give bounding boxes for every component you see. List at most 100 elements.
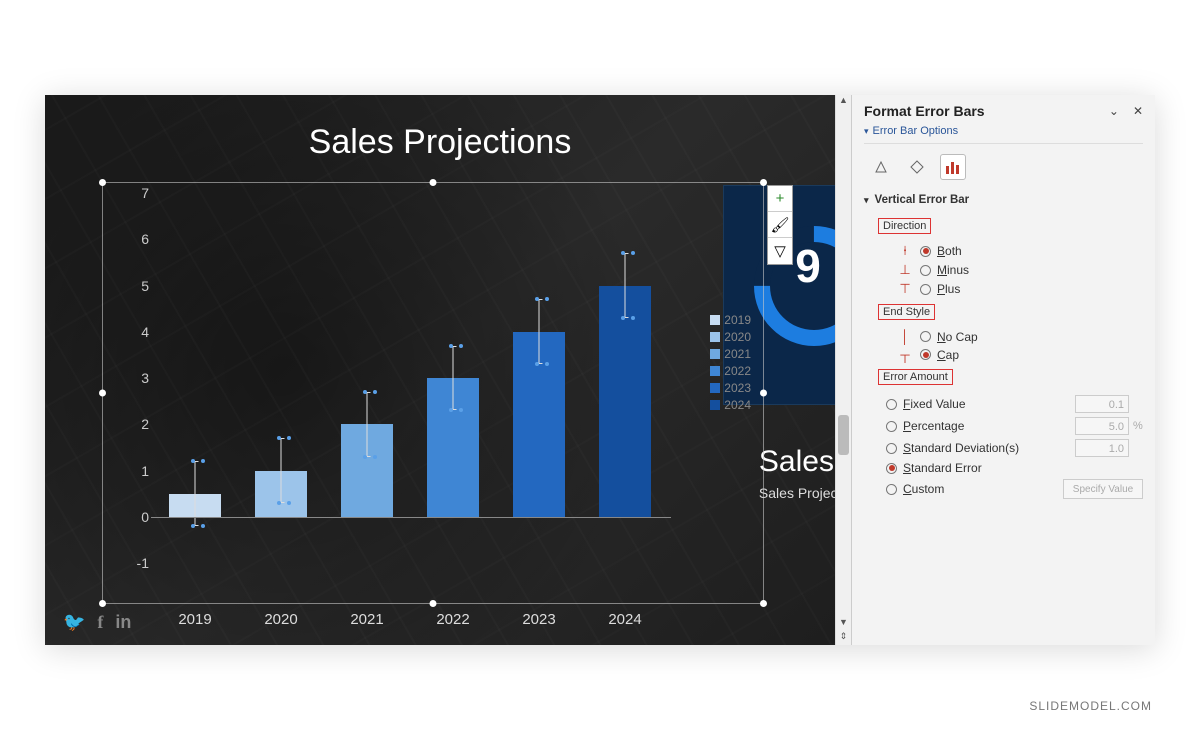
radio-icon[interactable] <box>920 265 931 276</box>
legend-swatch <box>710 366 720 376</box>
radio-icon[interactable] <box>920 246 931 257</box>
y-tick-label: 1 <box>121 463 149 479</box>
chart-bar[interactable] <box>427 193 479 563</box>
error-bar[interactable] <box>367 392 368 457</box>
legend-label: 2019 <box>724 313 751 327</box>
chart-bar[interactable] <box>255 193 307 563</box>
radio-option-minus[interactable]: ⊥Minus <box>896 262 1143 278</box>
y-axis-ticks: -101234567 <box>121 193 149 563</box>
axis-baseline <box>151 517 671 518</box>
data-point-icon <box>191 459 205 463</box>
chart-filter-button[interactable]: ▽ <box>768 238 792 264</box>
value-input[interactable]: 1.0 <box>1075 439 1129 457</box>
facebook-icon[interactable]: f <box>97 612 103 633</box>
resize-handle[interactable] <box>430 600 437 607</box>
chart-bar[interactable] <box>341 193 393 563</box>
radio-option-custom[interactable]: CustomSpecify Value <box>886 479 1143 499</box>
data-point-icon <box>449 344 463 348</box>
radio-icon[interactable] <box>886 484 897 495</box>
data-point-icon <box>621 251 635 255</box>
effects-tab-icon[interactable] <box>904 154 930 180</box>
resize-handle[interactable] <box>760 390 767 397</box>
radio-option-cap[interactable]: ┬Cap <box>896 347 1143 362</box>
chart-bar[interactable] <box>513 193 565 563</box>
y-tick-label: 5 <box>121 278 149 294</box>
app-frame: Sales Projections 9 Sales Pro Sales Proj… <box>45 95 1155 645</box>
error-bar[interactable] <box>625 253 626 318</box>
data-point-icon <box>363 455 377 459</box>
resize-handle[interactable] <box>99 600 106 607</box>
radio-icon[interactable] <box>886 399 897 410</box>
legend-item[interactable]: 2019 <box>710 313 751 327</box>
chart-bars[interactable] <box>169 193 671 563</box>
chart-bar[interactable] <box>599 193 651 563</box>
legend-item[interactable]: 2023 <box>710 381 751 395</box>
legend-item[interactable]: 2021 <box>710 347 751 361</box>
legend-label: 2023 <box>724 381 751 395</box>
option-glyph-icon: ⍿ <box>896 243 914 259</box>
radio-icon[interactable] <box>920 331 931 342</box>
x-tick-label: 2020 <box>255 611 307 628</box>
social-icons: 🐦 f in <box>63 612 131 633</box>
radio-option-fixed[interactable]: Fixed Value0.1 <box>886 395 1143 413</box>
panel-title: Format Error Bars <box>864 103 985 119</box>
radio-icon[interactable] <box>920 349 931 360</box>
fill-tab-icon[interactable] <box>868 154 894 180</box>
panel-close-button[interactable]: ✕ <box>1133 104 1143 118</box>
radio-option-both[interactable]: ⍿Both <box>896 243 1143 259</box>
resize-handle[interactable] <box>99 179 106 186</box>
resize-handle[interactable] <box>760 600 767 607</box>
value-input[interactable]: 5.0 <box>1075 417 1129 435</box>
resize-handle[interactable] <box>760 179 767 186</box>
radio-option-nocap[interactable]: │No Cap <box>896 329 1143 344</box>
radio-icon[interactable] <box>886 463 897 474</box>
panel-icon-tabs <box>864 154 1143 180</box>
legend-item[interactable]: 2024 <box>710 398 751 412</box>
error-bar[interactable] <box>281 438 282 503</box>
option-glyph-icon: ⊥ <box>896 262 914 278</box>
radio-option-stdev[interactable]: Standard Deviation(s) 1.0 <box>886 439 1143 457</box>
radio-icon[interactable] <box>886 443 897 454</box>
error-bar[interactable] <box>539 299 540 364</box>
option-label: Standard Deviation(s) <box>903 441 1019 455</box>
error-bar[interactable] <box>453 346 454 411</box>
radio-option-plus[interactable]: ⊤Plus <box>896 281 1143 297</box>
vertical-scrollbar[interactable]: ▲ ▼ ⇕ <box>835 95 851 645</box>
scroll-thumb[interactable] <box>838 415 849 455</box>
slide-title: Sales Projections <box>45 123 835 162</box>
radio-option-percent[interactable]: Percentage5.0% <box>886 417 1143 435</box>
chart-quick-controls: + 🖌 ▽ <box>767 185 793 265</box>
scroll-split-icon[interactable]: ⇕ <box>836 631 851 645</box>
scroll-up-arrow[interactable]: ▲ <box>836 95 851 109</box>
chart-add-element-button[interactable]: + <box>768 186 792 212</box>
y-tick-label: 2 <box>121 416 149 432</box>
chart-selection[interactable]: + 🖌 ▽ -101234567 20192020202120222023202… <box>103 183 763 603</box>
chart-bar[interactable] <box>169 193 221 563</box>
option-label: Plus <box>937 282 960 296</box>
chart-plot[interactable]: -101234567 <box>151 193 671 563</box>
radio-icon[interactable] <box>886 421 897 432</box>
specify-value-button[interactable]: Specify Value <box>1063 479 1143 499</box>
y-tick-label: -1 <box>121 555 149 571</box>
linkedin-icon[interactable]: in <box>115 612 131 633</box>
x-tick-label: 2019 <box>169 611 221 628</box>
slide-canvas[interactable]: Sales Projections 9 Sales Pro Sales Proj… <box>45 95 835 645</box>
bar-options-tab-icon[interactable] <box>940 154 966 180</box>
chart-styles-button[interactable]: 🖌 <box>768 212 792 238</box>
panel-collapse-button[interactable]: ⌄ <box>1109 104 1119 118</box>
legend-label: 2022 <box>724 364 751 378</box>
radio-option-stderr[interactable]: Standard Error <box>886 461 1143 475</box>
direction-group-label: Direction <box>878 218 931 234</box>
radio-icon[interactable] <box>920 284 931 295</box>
resize-handle[interactable] <box>430 179 437 186</box>
resize-handle[interactable] <box>99 390 106 397</box>
scroll-down-arrow[interactable]: ▼ <box>836 617 851 631</box>
value-input[interactable]: 0.1 <box>1075 395 1129 413</box>
legend-item[interactable]: 2022 <box>710 364 751 378</box>
vertical-error-bar-section[interactable]: ▾ Vertical Error Bar <box>864 194 1143 206</box>
legend-swatch <box>710 332 720 342</box>
panel-options-dropdown[interactable]: ▾ Error Bar Options <box>864 125 1143 144</box>
legend-swatch <box>710 349 720 359</box>
legend-item[interactable]: 2020 <box>710 330 751 344</box>
twitter-icon[interactable]: 🐦 <box>63 612 85 633</box>
